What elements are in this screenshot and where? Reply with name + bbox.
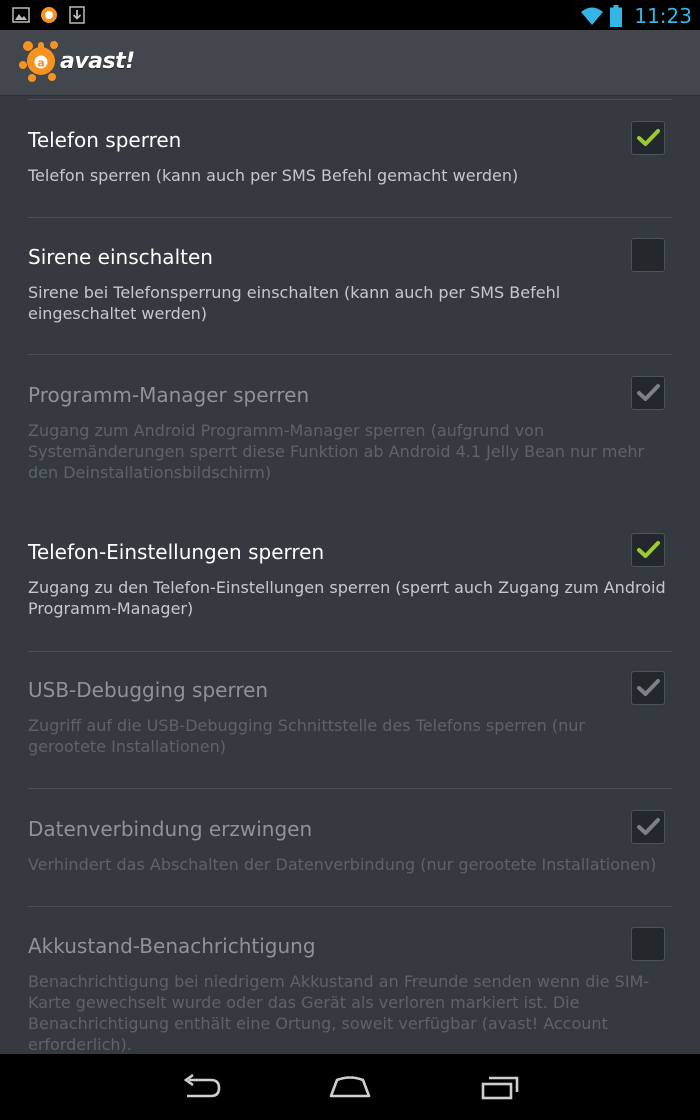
battery-icon xyxy=(610,5,623,27)
image-icon xyxy=(12,7,30,23)
checkbox-telefon-sperren[interactable] xyxy=(631,121,665,155)
checkbox-sirene-einschalten[interactable] xyxy=(631,238,665,272)
setting-summary: Telefon sperren (kann auch per SMS Befeh… xyxy=(28,166,519,185)
setting-title: Telefon sperren xyxy=(28,128,182,152)
setting-summary: Zugang zu den Telefon-Einstellungen sper… xyxy=(28,578,666,618)
setting-akkustand-benachrichtigung: Akkustand-Benachrichtigung Benachrichtig… xyxy=(0,907,700,1054)
recent-apps-icon[interactable] xyxy=(477,1072,523,1102)
setting-title: Telefon-Einstellungen sperren xyxy=(28,540,325,564)
checkmark-icon xyxy=(637,384,660,401)
setting-telefon-einstellungen-sperren[interactable]: Telefon-Einstellungen sperren Zugang zu … xyxy=(0,513,700,652)
checkbox-usb-debugging-sperren xyxy=(631,671,665,705)
svg-text:a: a xyxy=(37,57,44,70)
checkbox-telefon-einstellungen-sperren[interactable] xyxy=(631,533,665,567)
status-bar: 11:23 xyxy=(0,0,700,30)
navigation-bar xyxy=(0,1054,700,1120)
setting-datenverbindung-erzwingen: Datenverbindung erzwingen Verhindert das… xyxy=(0,789,700,907)
back-icon[interactable] xyxy=(177,1072,223,1102)
wifi-icon xyxy=(581,7,604,25)
setting-telefon-sperren[interactable]: Telefon sperren Telefon sperren (kann au… xyxy=(0,96,700,218)
checkmark-icon xyxy=(637,818,660,835)
checkmark-icon xyxy=(637,679,660,696)
setting-summary: Sirene bei Telefonsperrung einschalten (… xyxy=(28,283,561,323)
app-logo[interactable]: a avast! xyxy=(18,38,135,84)
setting-summary: Verhindert das Abschalten der Datenverbi… xyxy=(28,855,657,874)
download-icon xyxy=(69,6,85,24)
home-icon[interactable] xyxy=(327,1072,373,1102)
setting-sirene-einschalten[interactable]: Sirene einschalten Sirene bei Telefonspe… xyxy=(0,218,700,355)
setting-summary: Zugang zum Android Programm-Manager sper… xyxy=(28,421,645,482)
checkmark-icon xyxy=(637,129,660,146)
setting-title: Datenverbindung erzwingen xyxy=(28,817,313,841)
checkbox-programm-manager-sperren xyxy=(631,376,665,410)
setting-summary: Zugriff auf die USB-Debugging Schnittste… xyxy=(28,716,585,756)
setting-usb-debugging-sperren: USB-Debugging sperren Zugriff auf die US… xyxy=(0,652,700,789)
checkbox-datenverbindung-erzwingen xyxy=(631,810,665,844)
app-title: avast! xyxy=(60,48,135,74)
setting-programm-manager-sperren: Programm-Manager sperren Zugang zum Andr… xyxy=(0,355,700,513)
setting-title: Akkustand-Benachrichtigung xyxy=(28,934,316,958)
setting-title: Sirene einschalten xyxy=(28,245,213,269)
setting-summary: Benachrichtigung bei niedrigem Akkustand… xyxy=(28,972,650,1054)
avast-notification-icon xyxy=(41,7,57,23)
settings-list[interactable]: Telefon sperren Telefon sperren (kann au… xyxy=(0,96,700,1054)
checkbox-akkustand-benachrichtigung xyxy=(631,927,665,961)
action-bar: a avast! xyxy=(0,30,700,96)
setting-title: Programm-Manager sperren xyxy=(28,383,310,407)
avast-logo-icon: a xyxy=(19,41,58,82)
setting-title: USB-Debugging sperren xyxy=(28,678,269,702)
clock: 11:23 xyxy=(634,4,692,28)
checkmark-icon xyxy=(637,541,660,558)
